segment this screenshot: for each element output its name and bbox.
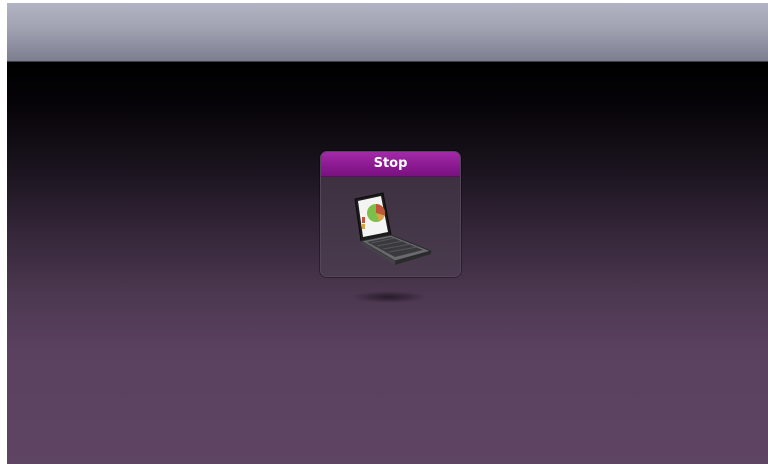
top-bar — [7, 3, 768, 62]
stop-tile[interactable]: Stop — [320, 151, 461, 277]
stop-tile-label: Stop — [321, 152, 460, 177]
stop-tile-body — [321, 177, 460, 276]
screen: Stop — [7, 3, 768, 464]
tile-reflection-shadow — [352, 291, 426, 303]
laptop-pie-chart-icon — [354, 192, 433, 265]
